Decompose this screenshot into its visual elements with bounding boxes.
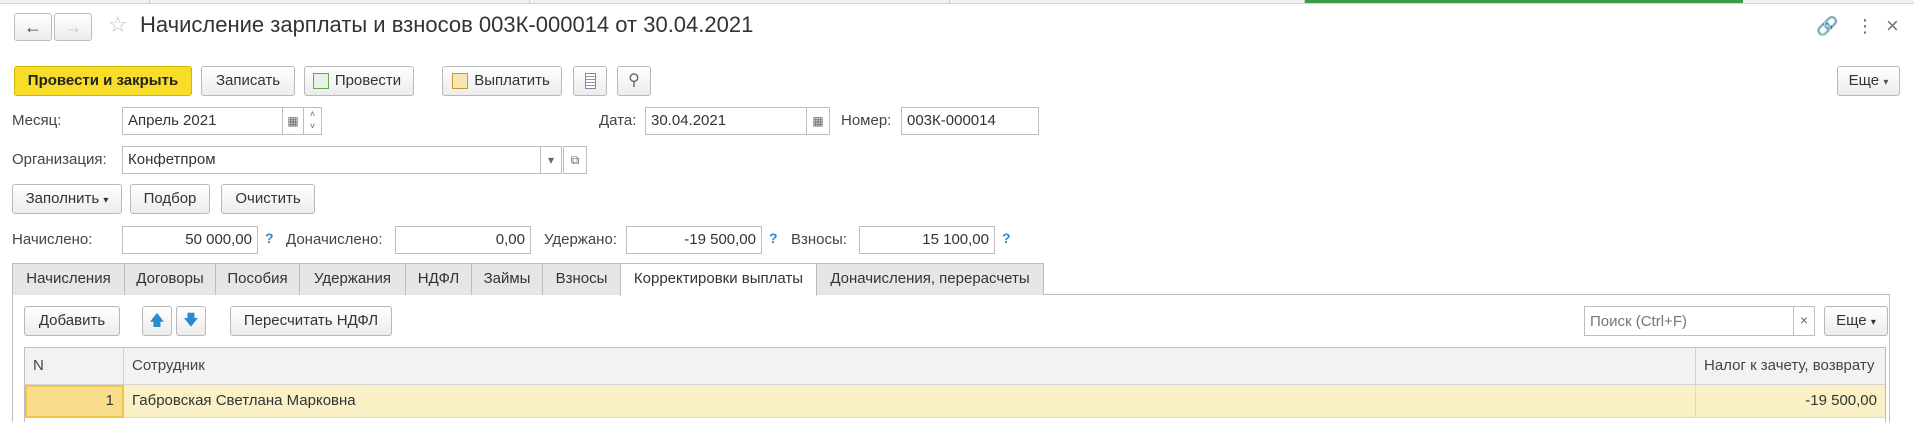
tab-contracts[interactable]: Договоры (124, 263, 216, 295)
table-row[interactable]: 1 Габровская Светлана Марковна -19 500,0… (25, 385, 1885, 418)
tab-loans[interactable]: Займы (471, 263, 543, 295)
contrib-label: Взносы: (791, 231, 847, 248)
more-button[interactable]: Еще ▾ (1837, 66, 1900, 96)
corrections-table: N Сотрудник Налог к зачету, возврату 1 Г… (24, 347, 1886, 422)
clear-button[interactable]: Очистить (221, 184, 315, 214)
tab-deductions[interactable]: Удержания (299, 263, 406, 295)
paperclip-icon: ⚲ (628, 72, 640, 89)
calendar-button[interactable]: ▦ (282, 107, 304, 135)
month-spinner[interactable]: ˄ ˅ (303, 107, 322, 135)
report-icon (585, 73, 596, 89)
column-header-n[interactable]: N (25, 348, 124, 385)
cell-tax[interactable]: -19 500,00 (1696, 385, 1885, 418)
column-header-employee[interactable]: Сотрудник (124, 348, 1696, 385)
calendar-icon: ▦ (287, 114, 299, 128)
wallet-icon (452, 73, 468, 89)
attach-button[interactable]: ⚲ (617, 66, 651, 96)
page-title: Начисление зарплаты и взносов 003К-00001… (140, 12, 754, 37)
month-field[interactable]: Апрель 2021 (122, 107, 283, 135)
contrib-field[interactable]: 15 100,00 (859, 226, 995, 254)
arrow-down-icon: 🡇 (183, 312, 199, 329)
search-clear-button[interactable]: × (1793, 306, 1815, 336)
save-button[interactable]: Записать (201, 66, 295, 96)
pay-button[interactable]: Выплатить (442, 66, 562, 96)
post-and-close-button[interactable]: Провести и закрыть (14, 66, 192, 96)
chevron-down-icon: ▾ (103, 195, 109, 206)
open-window-icon: ⧉ (570, 153, 580, 167)
accrued-label: Начислено: (12, 231, 93, 248)
more-button-label: Еще (1848, 72, 1880, 89)
arrow-up-icon: 🡅 (149, 312, 165, 329)
date-field[interactable]: 30.04.2021 (645, 107, 807, 135)
accrued-field[interactable]: 50 000,00 (122, 226, 258, 254)
chevron-down-icon: ▾ (1883, 77, 1889, 88)
add-button[interactable]: Добавить (24, 306, 120, 336)
search-input[interactable] (1584, 306, 1794, 336)
forward-button[interactable]: → (54, 13, 92, 41)
pick-button[interactable]: Подбор (130, 184, 210, 214)
tab-benefits[interactable]: Пособия (215, 263, 300, 295)
number-field[interactable]: 003К-000014 (901, 107, 1039, 135)
more-menu-icon[interactable]: ⋮ (1856, 16, 1874, 37)
tab-contributions[interactable]: Взносы (542, 263, 621, 295)
cell-employee[interactable]: Габровская Светлана Марковна (124, 385, 1696, 418)
arrow-right-icon: → (64, 17, 82, 37)
fill-button[interactable]: Заполнить ▾ (12, 184, 122, 214)
open-tab-3[interactable] (530, 0, 950, 4)
fill-button-label: Заполнить (25, 190, 100, 207)
open-tabs-strip (0, 0, 1914, 4)
recalc-ndfl-button[interactable]: Пересчитать НДФЛ (230, 306, 392, 336)
link-icon[interactable]: 🔗 (1816, 16, 1838, 37)
date-calendar-button[interactable]: ▦ (806, 107, 830, 135)
cell-n[interactable]: 1 (25, 385, 124, 418)
tab-accruals[interactable]: Начисления (12, 263, 125, 295)
extra-label: Доначислено: (286, 231, 383, 248)
move-up-button[interactable]: 🡅 (142, 306, 172, 336)
column-header-tax[interactable]: Налог к зачету, возврату (1696, 348, 1885, 385)
number-label: Номер: (841, 112, 892, 129)
post-doc-icon (313, 73, 329, 89)
tab-payment-corrections[interactable]: Корректировки выплаты (620, 263, 817, 296)
move-down-button[interactable]: 🡇 (176, 306, 206, 336)
pay-button-label: Выплатить (474, 72, 550, 89)
active-open-tab[interactable] (1305, 0, 1743, 3)
month-label: Месяц: (12, 112, 62, 129)
withheld-field[interactable]: -19 500,00 (626, 226, 762, 254)
panel-more-label: Еще (1836, 312, 1867, 329)
accrued-help-icon[interactable]: ? (265, 230, 274, 246)
post-button-label: Провести (334, 72, 402, 89)
tab-ndfl[interactable]: НДФЛ (405, 263, 472, 295)
calendar-icon: ▦ (812, 114, 824, 128)
panel-more-button[interactable]: Еще ▾ (1824, 306, 1888, 336)
open-tab-1[interactable] (0, 0, 150, 4)
spin-up-icon: ˄ (309, 109, 316, 119)
post-button[interactable]: Провести (304, 66, 414, 96)
extra-field[interactable]: 0,00 (395, 226, 531, 254)
withheld-label: Удержано: (544, 231, 617, 248)
withheld-help-icon[interactable]: ? (769, 230, 778, 246)
org-dropdown-button[interactable]: ▾ (540, 146, 562, 174)
chevron-down-icon: ▾ (547, 153, 555, 167)
tab-recalculations[interactable]: Доначисления, перерасчеты (816, 263, 1044, 295)
report-button[interactable] (573, 66, 607, 96)
close-icon: × (1799, 312, 1809, 328)
org-open-button[interactable]: ⧉ (563, 146, 587, 174)
favorite-star-icon[interactable]: ☆ (108, 12, 128, 38)
org-label: Организация: (12, 151, 107, 168)
close-icon[interactable]: × (1886, 13, 1899, 39)
chevron-down-icon: ▾ (1870, 317, 1876, 328)
org-field[interactable]: Конфетпром (122, 146, 541, 174)
back-button[interactable]: ← (14, 13, 52, 41)
arrow-left-icon: ← (24, 17, 42, 37)
open-tab-2[interactable] (150, 0, 530, 4)
spin-down-icon: ˅ (309, 121, 316, 131)
date-label: Дата: (599, 112, 637, 129)
open-tab-4[interactable] (950, 0, 1305, 4)
contrib-help-icon[interactable]: ? (1002, 230, 1011, 246)
